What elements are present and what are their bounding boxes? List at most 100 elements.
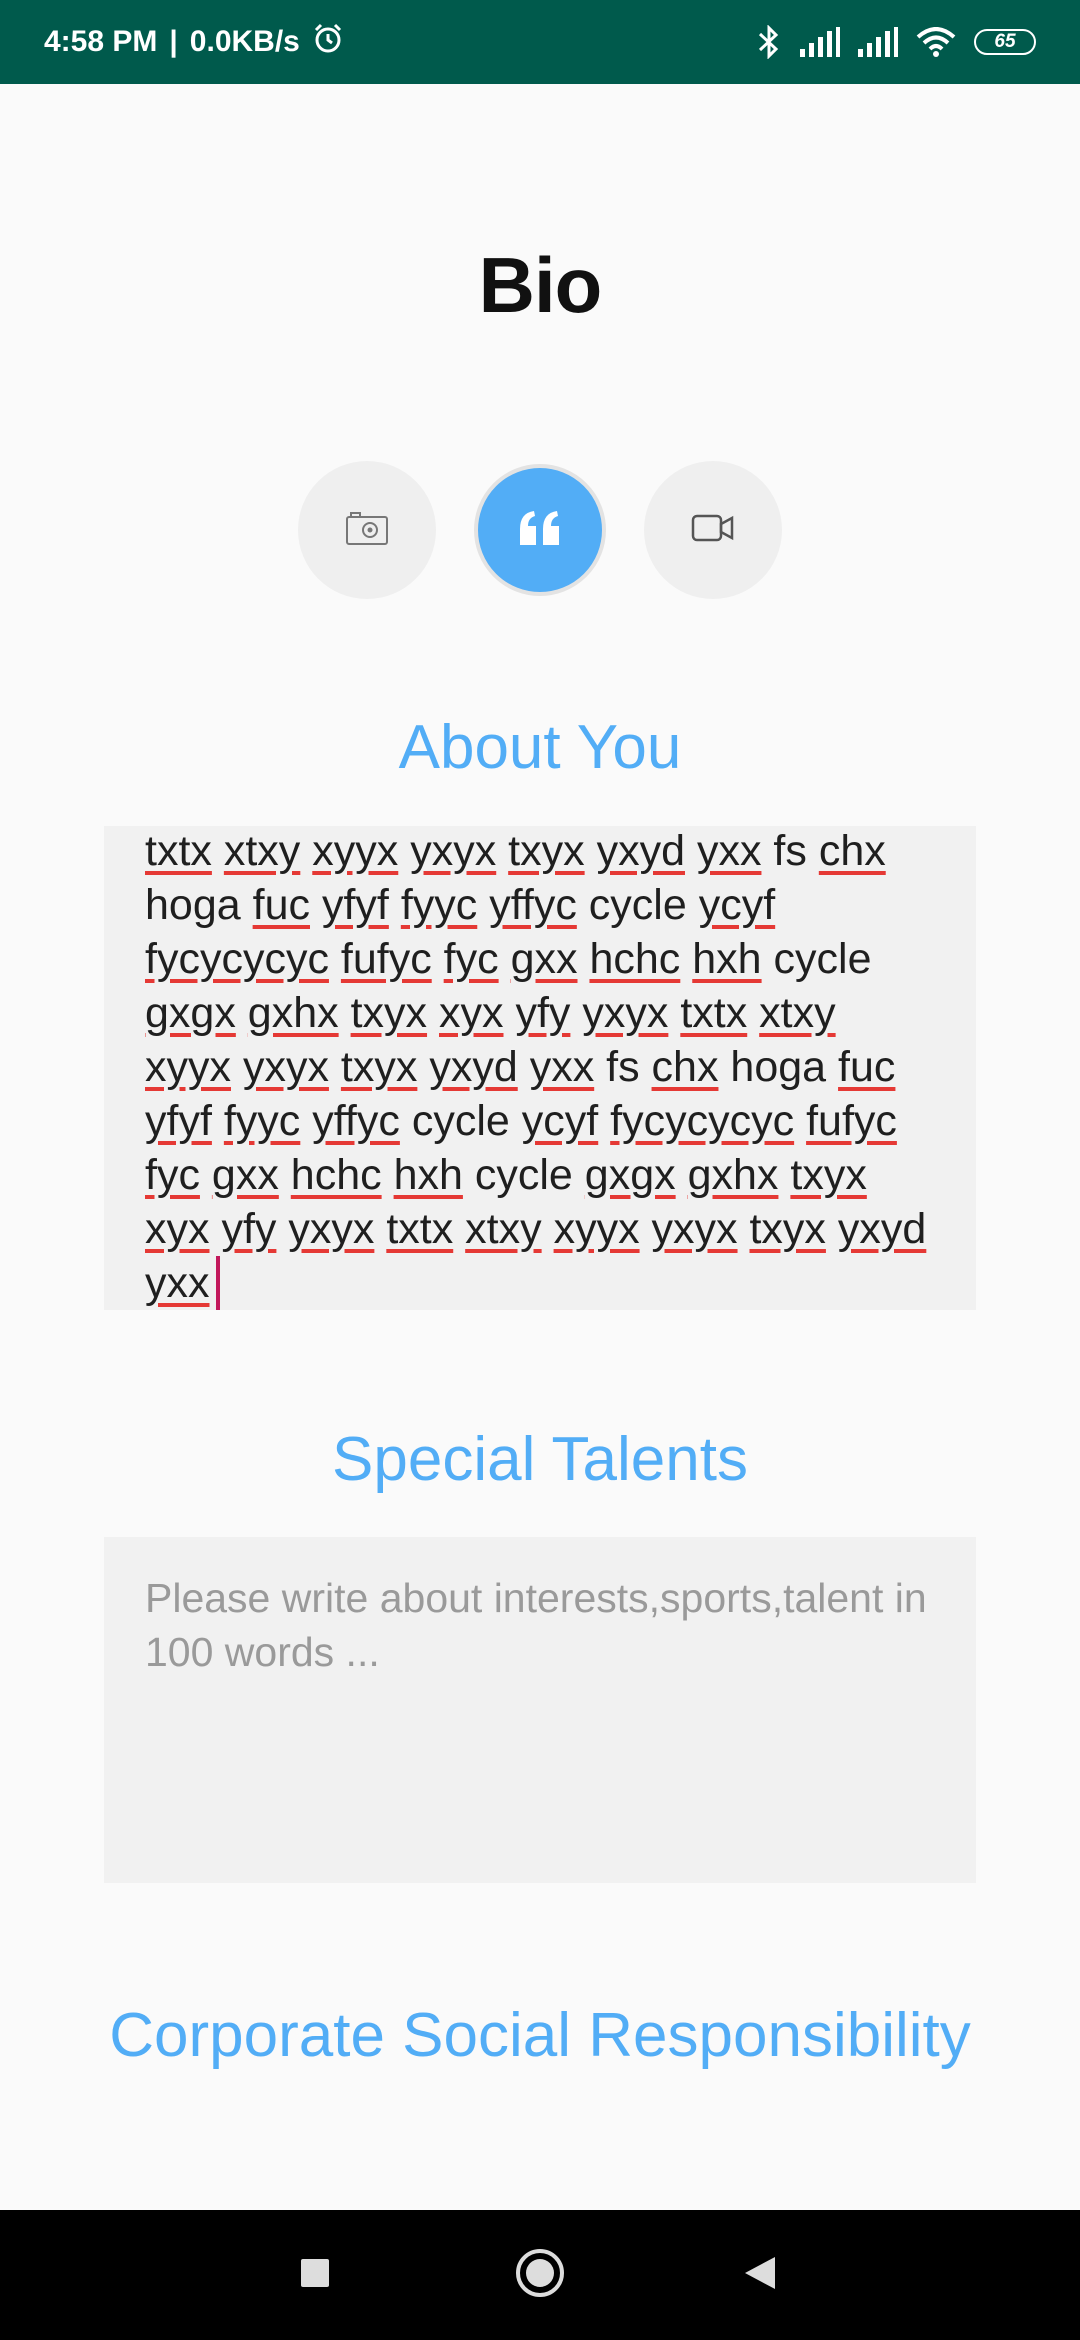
about-word: yffyc — [489, 881, 577, 929]
about-word: hoga — [730, 1043, 827, 1091]
about-word: txyx — [340, 1043, 418, 1091]
about-word: chx — [818, 827, 886, 875]
about-text-line: xyx yfy yxyx txtx xtxy xyyx yxyx txyx yx… — [145, 1202, 964, 1256]
about-word: gxgx — [145, 989, 236, 1037]
about-text-line: txtx xtxy xyyx yxyx txyx yxyd yxx fs chx — [145, 826, 964, 878]
about-word: yfy — [515, 989, 571, 1037]
about-word: yxyx — [651, 1205, 738, 1253]
about-word: fycycycyc — [610, 1097, 795, 1145]
status-network-speed: 0.0KB/s — [189, 25, 300, 58]
about-word: cycle — [474, 1151, 573, 1199]
about-word: yxyd — [837, 1205, 927, 1253]
video-mode-button[interactable] — [644, 461, 782, 599]
about-word: ycyf — [521, 1097, 599, 1145]
about-text-line: fyc gxx hchc hxh cycle gxgx gxhx txyx — [145, 1148, 964, 1202]
about-word: yxyx — [288, 1205, 375, 1253]
status-left: 4:58 PM | 0.0KB/s — [44, 22, 344, 62]
talents-placeholder: Please write about interests,sports,tale… — [145, 1575, 927, 1675]
home-button[interactable] — [480, 2210, 600, 2340]
about-word: fs — [773, 827, 807, 875]
about-word: hxh — [393, 1151, 463, 1199]
about-word: yfy — [221, 1205, 277, 1253]
about-word: gxgx — [584, 1151, 676, 1199]
about-word: fyyc — [400, 881, 478, 929]
about-word: yxyd — [429, 1043, 518, 1091]
about-word: xtxy — [223, 827, 301, 875]
about-word: gxx — [510, 935, 578, 983]
about-word: cycle — [411, 1097, 510, 1145]
about-word: txyx — [749, 1205, 826, 1253]
navigation-bar — [0, 2210, 1080, 2340]
about-word: fuc — [252, 881, 310, 929]
page-title: Bio — [478, 241, 603, 329]
about-word: xtxy — [465, 1205, 542, 1253]
talents-textarea[interactable]: Please write about interests,sports,tale… — [104, 1537, 976, 1883]
about-word: hxh — [692, 935, 762, 983]
about-word: hoga — [145, 881, 241, 929]
about-word: fycycycyc — [145, 935, 329, 983]
about-word: txyx — [508, 827, 585, 875]
about-textarea[interactable]: txtx xtxy xyyx yxyx txyx yxyd yxx fs chx… — [104, 826, 976, 1310]
status-right: 65 — [756, 25, 1036, 59]
status-bar: 4:58 PM | 0.0KB/s 65 — [0, 0, 1080, 84]
about-word: yxyx — [242, 1043, 329, 1091]
text-cursor — [215, 1256, 220, 1310]
about-word: yxx — [145, 1259, 210, 1307]
about-word: yxyx — [582, 989, 669, 1037]
about-heading: About You — [398, 713, 682, 782]
about-word: chx — [651, 1043, 719, 1091]
about-word: hchc — [290, 1151, 382, 1199]
quote-icon — [518, 509, 562, 552]
about-word: fs — [606, 1043, 640, 1091]
about-word: fyc — [145, 1151, 200, 1199]
camera-icon — [345, 510, 389, 551]
about-word: fyc — [443, 935, 499, 983]
signal-icon-2 — [858, 27, 898, 57]
about-text-line: fycycycyc fufyc fyc gxx hchc hxh cycle — [145, 932, 964, 986]
about-word: txtx — [680, 989, 748, 1037]
bluetooth-icon — [756, 25, 782, 59]
about-word: fuc — [838, 1043, 896, 1091]
triangle-icon — [743, 2255, 777, 2296]
about-word: xyyx — [145, 1043, 231, 1091]
about-word: yxx — [529, 1043, 595, 1091]
screen: 4:58 PM | 0.0KB/s 65 Bio About You txtx … — [0, 0, 1080, 2340]
about-word: cycle — [773, 935, 872, 983]
about-word: txyx — [350, 989, 428, 1037]
about-word: fufyc — [340, 935, 432, 983]
about-word: xtxy — [759, 989, 836, 1037]
about-word: yfyf — [321, 881, 389, 929]
about-word: fyyc — [223, 1097, 301, 1145]
about-text-line: yxx — [145, 1256, 964, 1310]
quote-mode-button[interactable] — [474, 464, 606, 596]
signal-icon — [800, 27, 840, 57]
about-word: hchc — [589, 935, 681, 983]
wifi-icon — [916, 27, 956, 57]
alarm-icon — [312, 22, 344, 62]
about-text: txtx xtxy xyyx yxyx txyx yxyd yxx fs chx… — [145, 826, 964, 1310]
about-word: yxx — [696, 827, 762, 875]
video-icon — [691, 513, 735, 548]
about-word: xyx — [145, 1205, 210, 1253]
recents-button[interactable] — [255, 2210, 375, 2340]
about-text-line: yfyf fyyc yffyc cycle ycyf fycycycyc fuf… — [145, 1094, 964, 1148]
about-text-line: gxgx gxhx txyx xyx yfy yxyx txtx xtxy — [145, 986, 964, 1040]
back-button[interactable] — [700, 2210, 820, 2340]
circle-icon — [515, 2248, 565, 2303]
status-time: 4:58 PM — [44, 25, 158, 58]
about-word: yxyx — [410, 827, 497, 875]
about-word: yffyc — [312, 1097, 400, 1145]
about-text-line: hoga fuc yfyf fyyc yffyc cycle ycyf — [145, 878, 964, 932]
about-word: xyyx — [553, 1205, 640, 1253]
about-word: fufyc — [806, 1097, 897, 1145]
battery-icon: 65 — [974, 29, 1036, 55]
about-word: yxyd — [596, 827, 685, 875]
about-word: gxhx — [247, 989, 339, 1037]
photo-mode-button[interactable] — [298, 461, 436, 599]
talents-heading: Special Talents — [332, 1425, 748, 1494]
status-separator: | — [169, 25, 178, 58]
about-word: cycle — [588, 881, 687, 929]
about-word: txtx — [145, 827, 212, 875]
csr-heading: Corporate Social Responsibility — [109, 2001, 971, 2070]
about-word: yfyf — [145, 1097, 212, 1145]
